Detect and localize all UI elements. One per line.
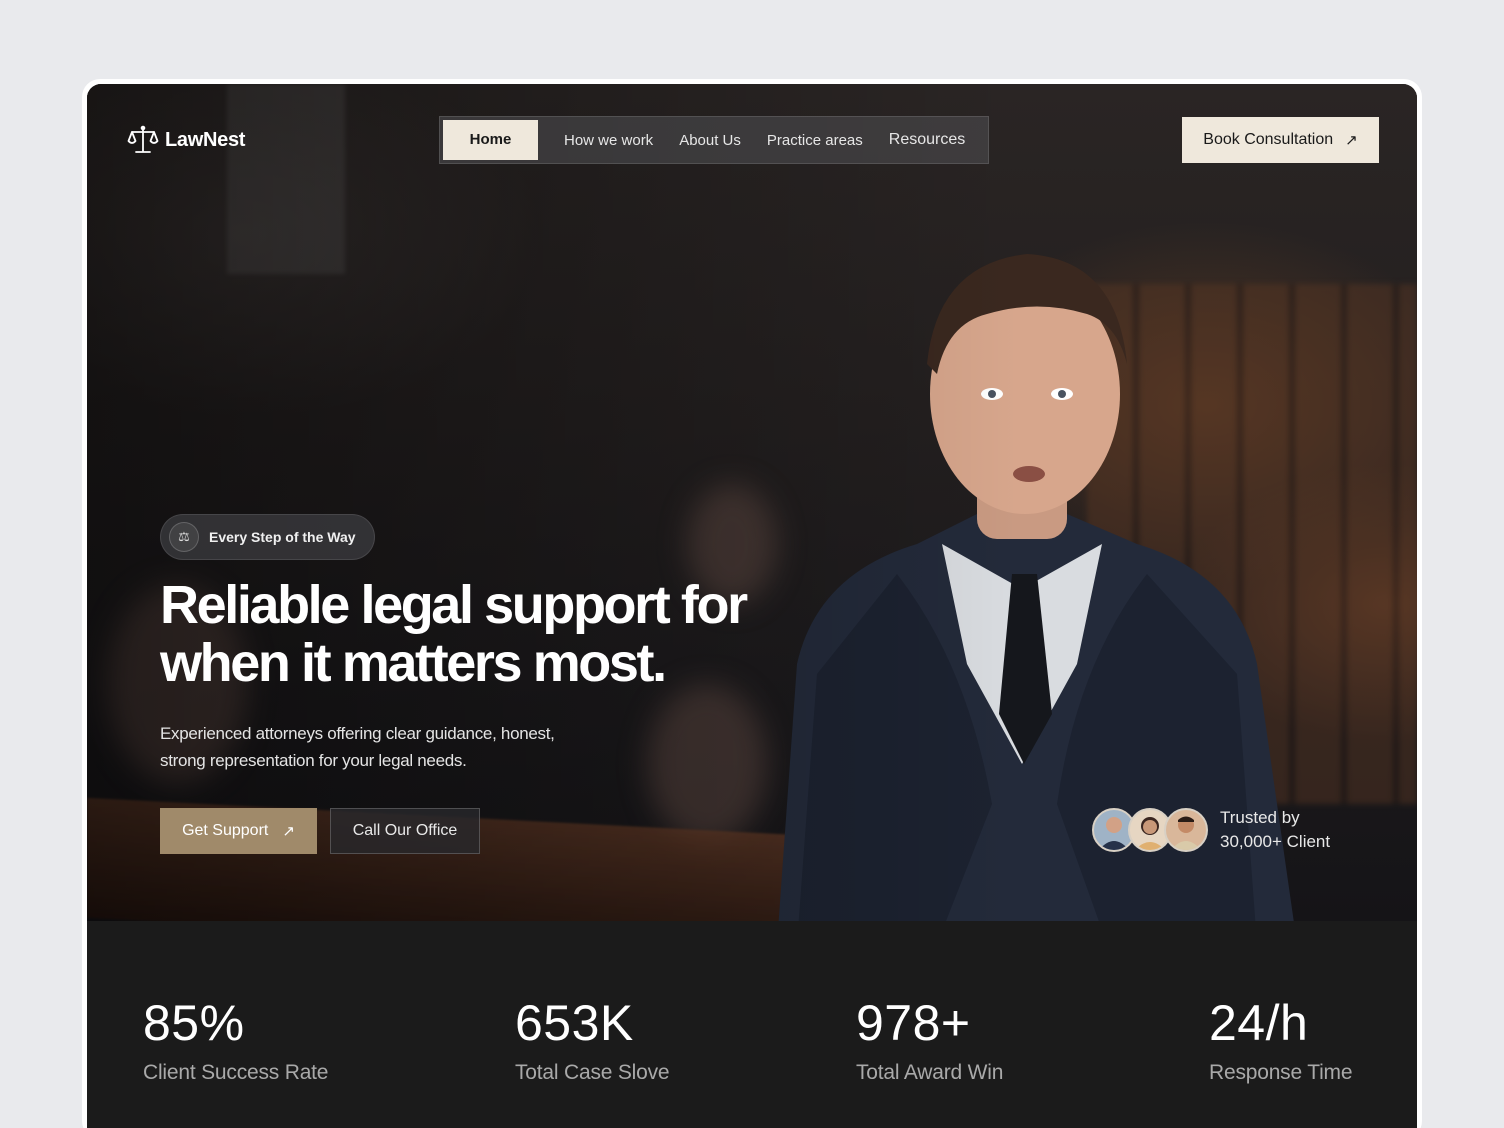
description-line-2: strong representation for your legal nee… [160,751,467,770]
stat-total-cases: 653K Total Case Slove [515,995,670,1085]
nav-item-how-we-work[interactable]: How we work [551,132,666,149]
hero-section: LawNest Home How we work About Us Practi… [87,84,1417,921]
stat-label: Response Time [1209,1061,1353,1084]
call-office-label: Call Our Office [352,822,458,839]
book-consultation-button[interactable]: Book Consultation ↗ [1182,117,1379,163]
brand-logo[interactable]: LawNest [127,124,245,156]
tagline-badge: ⚖ Every Step of the Way [160,514,375,560]
description-line-1: Experienced attorneys offering clear gui… [160,724,555,743]
headline-line-2: when it matters most. [160,633,667,693]
gavel-icon: ⚖ [169,522,199,552]
stat-value: 24/h [1209,995,1309,1051]
stat-value: 653K [515,995,634,1051]
stat-value: 978+ [856,995,971,1051]
nav-item-practice-areas[interactable]: Practice areas [754,132,876,149]
scales-of-justice-icon [127,125,159,153]
nav-item-about-us[interactable]: About Us [666,132,754,149]
stat-label: Total Case Slove [515,1061,670,1084]
stat-response-time: 24/h Response Time [1209,995,1353,1085]
call-office-button[interactable]: Call Our Office [330,808,480,854]
stat-label: Client Success Rate [143,1061,329,1084]
hero-headline: Reliable legal support for when it matte… [160,576,800,692]
arrow-up-right-icon: ↗ [282,823,295,840]
nav-item-resources[interactable]: Resources [876,131,978,149]
stat-awards: 978+ Total Award Win [856,997,1003,1085]
client-avatars [1092,808,1208,852]
main-nav: Home How we work About Us Practice areas… [439,116,989,164]
trusted-text: Trusted by 30,000+ Client [1220,806,1330,854]
trusted-by: Trusted by 30,000+ Client [1092,806,1330,854]
hero-overlay [87,84,1417,921]
book-consultation-label: Book Consultation [1203,131,1334,148]
get-support-button[interactable]: Get Support ↗ [160,808,317,854]
arrow-up-right-icon: ↗ [1345,132,1358,149]
tagline-text: Every Step of the Way [209,529,356,545]
stats-section: 85% Client Success Rate 653K Total Case … [87,921,1417,1128]
stat-value: 85% [143,995,245,1051]
nav-item-home[interactable]: Home [443,120,538,160]
trusted-line-2: 30,000+ Client [1220,832,1331,851]
headline-line-1: Reliable legal support for [160,575,748,635]
brand-name: LawNest [165,128,246,151]
stat-client-success: 85% Client Success Rate [143,997,328,1085]
hero-description: Experienced attorneys offering clear gui… [160,720,630,774]
get-support-label: Get Support [182,822,269,839]
trusted-line-1: Trusted by [1220,808,1300,827]
avatar [1164,808,1208,852]
stat-label: Total Award Win [856,1061,1004,1084]
